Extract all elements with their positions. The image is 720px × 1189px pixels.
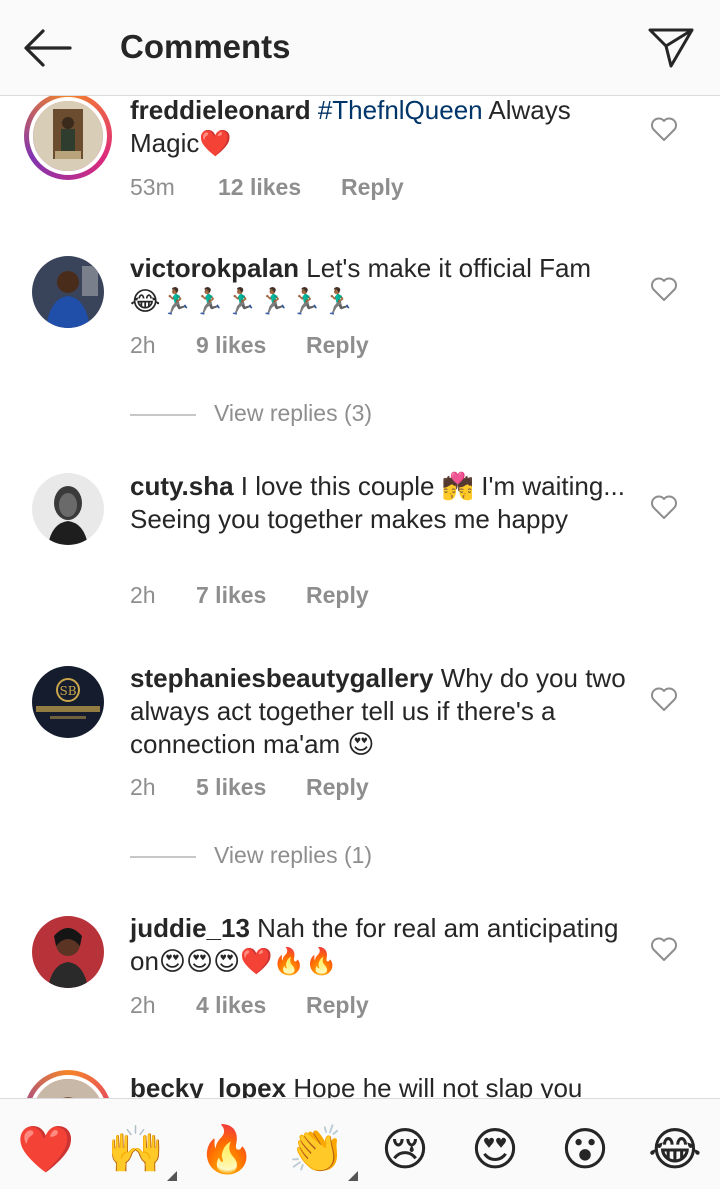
emoji-quick-bar: ❤️ 🙌 🔥 👏 😢 😍 😮 😂 [0, 1098, 720, 1189]
divider [130, 414, 196, 416]
username[interactable]: freddieleonard [130, 95, 311, 125]
view-replies-label: View replies (3) [214, 400, 373, 426]
comment-body: Hope he will not slap you [286, 1073, 583, 1098]
reply-button[interactable]: Reply [306, 774, 369, 801]
top-bar: Comments [0, 0, 720, 96]
view-replies-label: View replies (1) [214, 842, 373, 868]
hashtag-link[interactable]: #ThefnlQueen [318, 95, 483, 125]
comment-text: cuty.sha I love this couple 💏 I'm waitin… [130, 470, 630, 536]
timestamp: 2h [130, 332, 156, 358]
avatar-image [33, 101, 103, 171]
likes-count[interactable]: 7 likes [196, 582, 266, 609]
emoji-clapping-glyph: 👏 [288, 1123, 346, 1175]
emoji-raising-hands-button[interactable]: 🙌 [107, 1121, 177, 1181]
emoji-clapping-button[interactable]: 👏 [288, 1121, 358, 1181]
avatar[interactable] [32, 473, 104, 545]
likes-count[interactable]: 12 likes [218, 174, 301, 201]
emoji-raising-hands-glyph: 🙌 [107, 1123, 165, 1175]
comment-emoji: 😍 [347, 729, 375, 759]
heart-outline-icon[interactable] [650, 276, 678, 302]
reply-button[interactable]: Reply [341, 174, 404, 201]
reply-button[interactable]: Reply [306, 992, 369, 1019]
comment-text: becky_lopex Hope he will not slap you [130, 1072, 630, 1098]
comments-list[interactable]: freddieleonard #ThefnlQueen Always Magic… [0, 0, 720, 1098]
avatar[interactable] [24, 1070, 112, 1098]
timestamp: 2h [130, 774, 156, 800]
reply-button[interactable]: Reply [306, 332, 369, 359]
timestamp: 2h [130, 992, 156, 1018]
emoji-heart-eyes-button[interactable]: 😍 [467, 1121, 523, 1177]
page-title: Comments [120, 28, 291, 65]
view-replies-button[interactable]: View replies (3) [130, 400, 430, 430]
avatar[interactable] [32, 916, 104, 988]
avatar[interactable]: SB [32, 666, 104, 738]
avatar-image [32, 256, 104, 328]
username[interactable]: cuty.sha [130, 471, 234, 501]
emoji-crying-button[interactable]: 😢 [377, 1121, 433, 1177]
heart-outline-icon[interactable] [650, 116, 678, 142]
username[interactable]: juddie_13 [130, 913, 250, 943]
emoji-fire-button[interactable]: 🔥 [198, 1121, 255, 1177]
view-replies-button[interactable]: View replies (1) [130, 842, 430, 872]
comment-emoji: 😂🏃🏾‍♂️🏃🏾‍♂️🏃🏾‍♂️🏃🏾‍♂️🏃🏾‍♂️🏃🏾‍♂️ [130, 286, 355, 316]
comment-text: juddie_13 Nah the for real am anticipati… [130, 912, 630, 978]
paper-plane-icon[interactable] [644, 22, 698, 72]
likes-count[interactable]: 4 likes [196, 992, 266, 1019]
heart-outline-icon[interactable] [650, 686, 678, 712]
likes-count[interactable]: 5 likes [196, 774, 266, 801]
avatar[interactable] [24, 92, 112, 180]
reply-button[interactable]: Reply [306, 582, 369, 609]
comment-text: victorokpalan Let's make it official Fam… [130, 252, 630, 318]
emoji-surprised-button[interactable]: 😮 [557, 1121, 613, 1177]
username[interactable]: becky_lopex [130, 1073, 286, 1098]
timestamp: 2h [130, 582, 156, 608]
comment-text: freddieleonard #ThefnlQueen Always Magic… [130, 94, 630, 160]
emoji-heart-button[interactable]: ❤️ [17, 1121, 74, 1177]
comment-emoji: 💏 [441, 471, 475, 501]
comment-emoji: 😍😍😍❤️🔥🔥 [158, 946, 338, 976]
skin-tone-indicator-icon [348, 1171, 358, 1181]
timestamp: 53m [130, 174, 175, 200]
avatar-image [32, 916, 104, 988]
avatar-image: SB [32, 666, 104, 738]
comment-body-a: I love this couple [233, 471, 442, 501]
heart-outline-icon[interactable] [650, 494, 678, 520]
svg-text:SB: SB [59, 684, 76, 698]
likes-count[interactable]: 9 likes [196, 332, 266, 359]
comment-body: Let's make it official Fam [299, 253, 592, 283]
comment-text: stephaniesbeautygallery Why do you two a… [130, 662, 630, 761]
comment-emoji: ❤️ [199, 128, 232, 158]
avatar[interactable] [32, 256, 104, 328]
skin-tone-indicator-icon [167, 1171, 177, 1181]
divider [130, 856, 196, 858]
arrow-left-icon[interactable] [18, 22, 76, 74]
avatar-image [32, 473, 104, 545]
username[interactable]: victorokpalan [130, 253, 299, 283]
avatar-image [33, 1079, 103, 1098]
username[interactable]: stephaniesbeautygallery [130, 663, 433, 693]
emoji-laughing-button[interactable]: 😂 [647, 1121, 703, 1177]
heart-outline-icon[interactable] [650, 936, 678, 962]
